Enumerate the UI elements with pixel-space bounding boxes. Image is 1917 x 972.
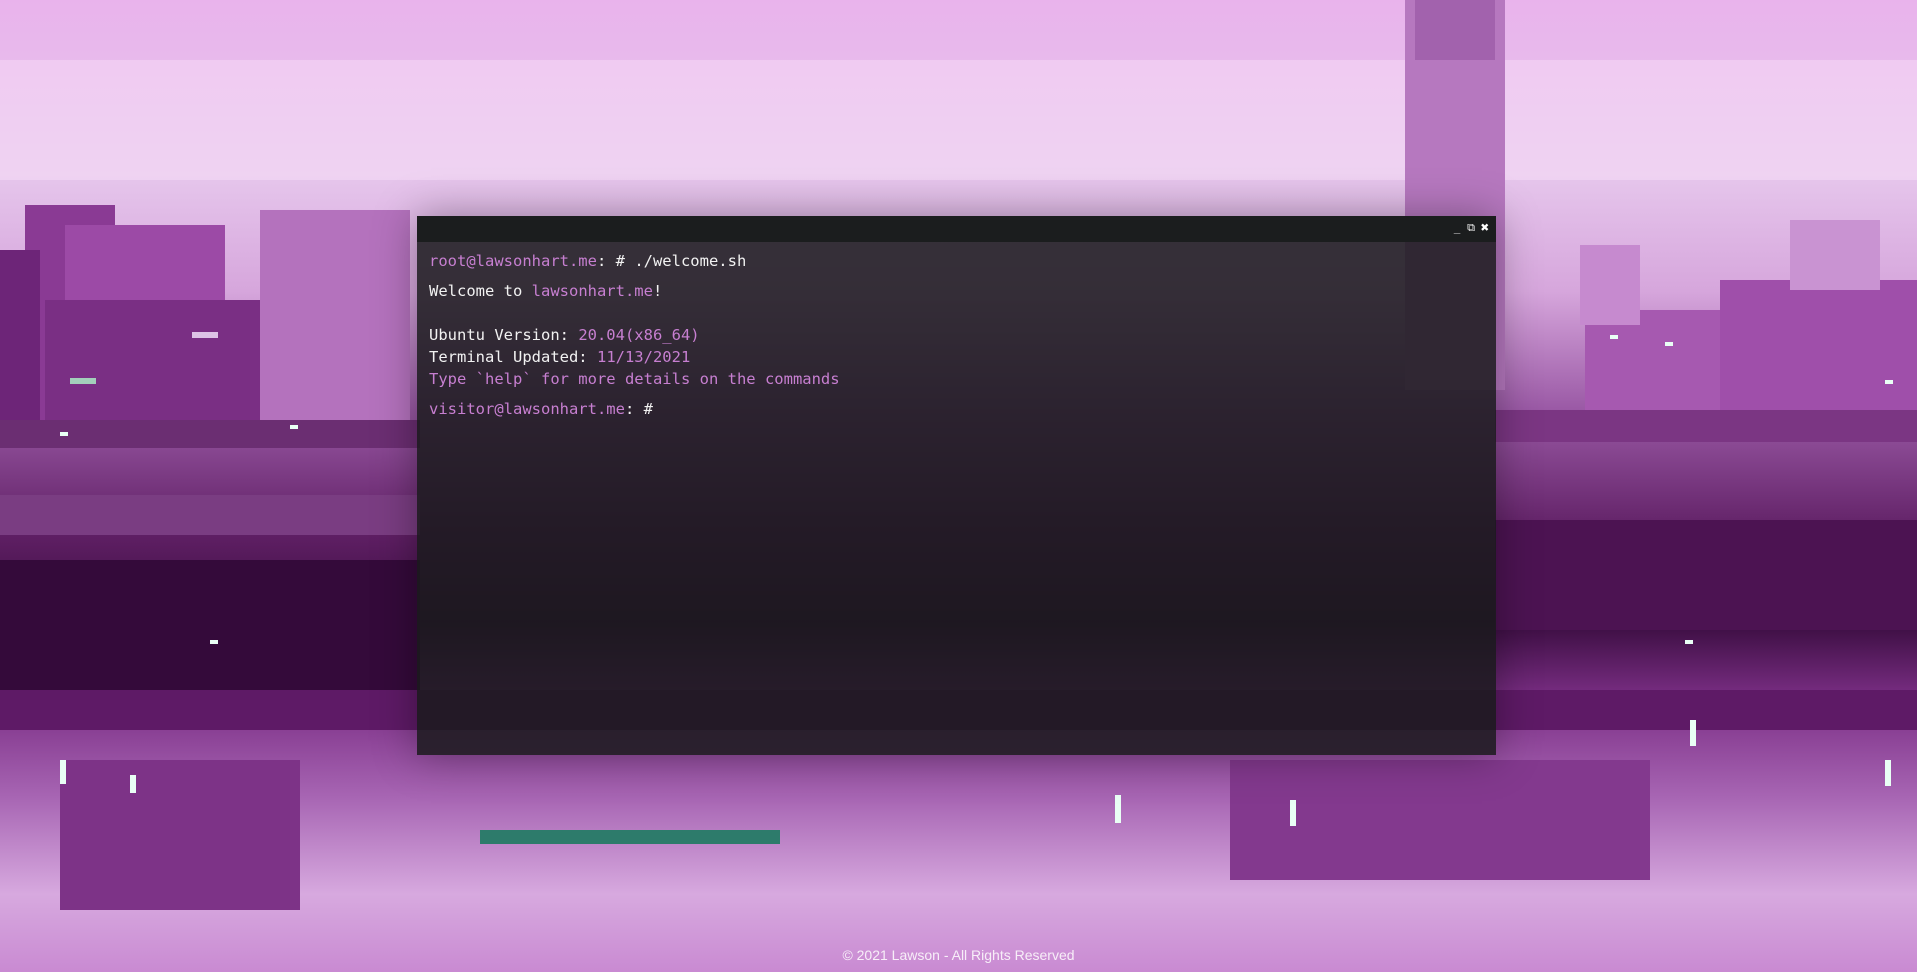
- command-separator: : #: [596, 252, 635, 270]
- street-lamp: [1885, 380, 1893, 384]
- right-building-1: [1585, 310, 1725, 420]
- help-hint: Type `help` for more details on the comm…: [429, 370, 840, 388]
- bridge-right: [1495, 520, 1917, 630]
- street-lamp: [60, 432, 68, 436]
- reflection-light: [1690, 720, 1696, 746]
- left-building-5: [0, 250, 40, 420]
- terminal-updated-line: Terminal Updated: 11/13/2021: [429, 346, 1484, 368]
- ubuntu-version-label: Ubuntu Version:: [429, 326, 579, 344]
- tower-top: [1415, 0, 1495, 60]
- ubuntu-version-value: 20.04(x86_64): [578, 326, 700, 344]
- minimize-icon[interactable]: _: [1452, 221, 1462, 235]
- ubuntu-version-line: Ubuntu Version: 20.04(x86_64): [429, 324, 1484, 346]
- welcome-prefix: Welcome to: [429, 282, 532, 300]
- prompt-separator: : #: [624, 400, 653, 418]
- reflection-3: [480, 830, 780, 844]
- street-lamp: [1685, 640, 1693, 644]
- terminal-updated-value: 11/13/2021: [596, 348, 691, 366]
- command-input[interactable]: [662, 401, 672, 419]
- reflection-light: [1290, 800, 1296, 826]
- terminal-titlebar[interactable]: _ ⧉ ✖: [417, 216, 1496, 242]
- reflection-light: [1885, 760, 1891, 786]
- tree-line-left: [0, 560, 420, 690]
- terminal-updated-label: Terminal Updated:: [429, 348, 597, 366]
- sky-haze: [0, 60, 1917, 180]
- reflection-light: [1115, 795, 1121, 823]
- welcome-site: lawsonhart.me: [531, 282, 653, 300]
- restore-icon[interactable]: ⧉: [1466, 221, 1476, 235]
- command-text: ./welcome.sh: [634, 252, 747, 270]
- street-lamp: [210, 640, 218, 644]
- right-building-3: [1580, 245, 1640, 325]
- footer-copyright: © 2021 Lawson - All Rights Reserved: [842, 947, 1075, 963]
- window-controls: _ ⧉ ✖: [1452, 221, 1490, 235]
- command-line: root@lawsonhart.me: # ./welcome.sh: [429, 250, 1484, 272]
- highway-left-lower: [0, 495, 420, 535]
- highway-right: [1495, 410, 1917, 442]
- welcome-suffix: !: [652, 282, 663, 300]
- welcome-line: Welcome to lawsonhart.me!: [429, 280, 1484, 302]
- right-building-2: [1720, 280, 1917, 420]
- left-building-4: [260, 210, 410, 420]
- visitor-user-host: visitor@lawsonhart.me: [429, 400, 625, 418]
- reflection-light: [130, 775, 136, 793]
- terminal-body[interactable]: root@lawsonhart.me: # ./welcome.sh Welco…: [417, 242, 1496, 428]
- close-icon[interactable]: ✖: [1480, 221, 1490, 235]
- street-lamp: [1665, 342, 1673, 346]
- window-light: [192, 332, 218, 338]
- root-user-host: root@lawsonhart.me: [429, 252, 597, 270]
- reflection-light: [60, 760, 66, 784]
- street-lamp: [290, 425, 298, 429]
- street-lamp: [1610, 335, 1618, 339]
- right-building-4: [1790, 220, 1880, 290]
- window-light: [70, 378, 96, 384]
- prompt-line[interactable]: visitor@lawsonhart.me: #: [429, 398, 1484, 420]
- reflection-1: [60, 760, 300, 910]
- terminal-window[interactable]: _ ⧉ ✖ root@lawsonhart.me: # ./welcome.sh…: [417, 216, 1496, 755]
